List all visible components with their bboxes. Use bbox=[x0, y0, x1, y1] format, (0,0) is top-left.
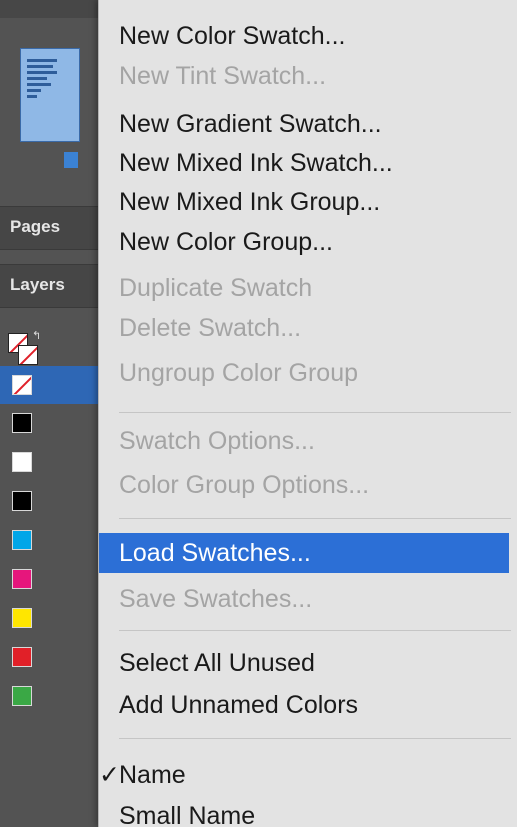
menu-item-label: Delete Swatch... bbox=[119, 314, 302, 342]
green-swatch-icon bbox=[12, 686, 32, 706]
black-swatch-icon bbox=[12, 413, 32, 433]
menu-item-label: New Mixed Ink Group... bbox=[119, 188, 381, 216]
pages-tab[interactable]: Pages bbox=[0, 206, 100, 250]
swatch-row-magenta[interactable] bbox=[0, 560, 100, 598]
panel-top-strip bbox=[0, 0, 100, 18]
menu-item-label: Swatch Options... bbox=[119, 427, 315, 455]
menu-item-label: Save Swatches... bbox=[119, 585, 313, 613]
menu-item-label: Duplicate Swatch bbox=[119, 274, 313, 302]
swatch-row-red[interactable] bbox=[0, 638, 100, 676]
menu-item-swatch-options: Swatch Options... bbox=[99, 421, 509, 461]
yellow-swatch-icon bbox=[12, 608, 32, 628]
menu-separator bbox=[119, 518, 511, 519]
menu-item-new-gradient-swatch[interactable]: New Gradient Swatch... bbox=[99, 104, 509, 144]
menu-item-color-group-options: Color Group Options... bbox=[99, 465, 509, 505]
menu-item-duplicate-swatch: Duplicate Swatch bbox=[99, 268, 509, 308]
menu-item-save-swatches: Save Swatches... bbox=[99, 579, 509, 619]
checkmark-icon: ✓ bbox=[99, 761, 120, 789]
pages-tab-label: Pages bbox=[10, 217, 61, 236]
swatch-row-paper[interactable] bbox=[0, 443, 100, 481]
fill-none-icon bbox=[18, 345, 38, 365]
menu-item-new-mixed-ink-group[interactable]: New Mixed Ink Group... bbox=[99, 182, 509, 222]
fill-stroke-proxy[interactable]: ↰ bbox=[8, 330, 44, 369]
menu-item-new-color-swatch[interactable]: New Color Swatch... bbox=[99, 16, 509, 56]
menu-item-new-tint-swatch: New Tint Swatch... bbox=[99, 56, 509, 96]
menu-item-ungroup-color-group: Ungroup Color Group bbox=[99, 353, 509, 393]
swatch-row-registration[interactable] bbox=[0, 482, 100, 520]
menu-item-label: Ungroup Color Group bbox=[119, 359, 359, 387]
menu-item-new-color-group[interactable]: New Color Group... bbox=[99, 222, 509, 262]
menu-item-label: New Tint Swatch... bbox=[119, 62, 327, 90]
menu-item-name-view[interactable]: ✓ Name bbox=[99, 755, 509, 795]
menu-item-label: Name bbox=[119, 761, 186, 789]
swatch-row-black[interactable] bbox=[0, 404, 100, 442]
menu-item-label: Color Group Options... bbox=[119, 471, 370, 499]
registration-swatch-icon bbox=[12, 491, 32, 511]
swap-fill-stroke-icon[interactable]: ↰ bbox=[32, 329, 41, 342]
menu-separator bbox=[119, 412, 511, 413]
swatch-row-none[interactable] bbox=[0, 366, 100, 404]
magenta-swatch-icon bbox=[12, 569, 32, 589]
paper-swatch-icon bbox=[12, 452, 32, 472]
page-thumbnail[interactable] bbox=[20, 48, 80, 142]
swatch-row-yellow[interactable] bbox=[0, 599, 100, 637]
menu-item-label: Small Name bbox=[119, 802, 256, 827]
swatch-row-cyan[interactable] bbox=[0, 521, 100, 559]
menu-item-label: Add Unnamed Colors bbox=[119, 691, 359, 719]
swatch-row-green[interactable] bbox=[0, 677, 100, 715]
menu-item-label: New Gradient Swatch... bbox=[119, 110, 382, 138]
swatches-panel-menu: New Color Swatch... New Tint Swatch... N… bbox=[98, 0, 517, 827]
menu-item-small-name-view[interactable]: Small Name bbox=[99, 796, 509, 827]
swatches-panel-background: Pages Layers ↰ bbox=[0, 0, 100, 827]
none-swatch-icon bbox=[12, 375, 32, 395]
page-number-badge bbox=[64, 152, 78, 168]
menu-item-label: Load Swatches... bbox=[119, 539, 311, 567]
menu-separator bbox=[119, 630, 511, 631]
layers-tab-label: Layers bbox=[10, 275, 65, 294]
menu-item-label: New Color Group... bbox=[119, 228, 333, 256]
menu-item-new-mixed-ink-swatch[interactable]: New Mixed Ink Swatch... bbox=[99, 143, 509, 183]
cyan-swatch-icon bbox=[12, 530, 32, 550]
red-swatch-icon bbox=[12, 647, 32, 667]
layers-tab[interactable]: Layers bbox=[0, 264, 100, 308]
menu-item-add-unnamed-colors[interactable]: Add Unnamed Colors bbox=[99, 685, 509, 725]
menu-item-load-swatches[interactable]: Load Swatches... bbox=[99, 533, 509, 573]
menu-separator bbox=[119, 738, 511, 739]
menu-item-delete-swatch: Delete Swatch... bbox=[99, 308, 509, 348]
screen: Pages Layers ↰ New Color Swatch... New T… bbox=[0, 0, 517, 827]
menu-item-label: Select All Unused bbox=[119, 649, 315, 677]
menu-item-label: New Color Swatch... bbox=[119, 22, 346, 50]
menu-item-label: New Mixed Ink Swatch... bbox=[119, 149, 393, 177]
menu-item-select-all-unused[interactable]: Select All Unused bbox=[99, 643, 509, 683]
